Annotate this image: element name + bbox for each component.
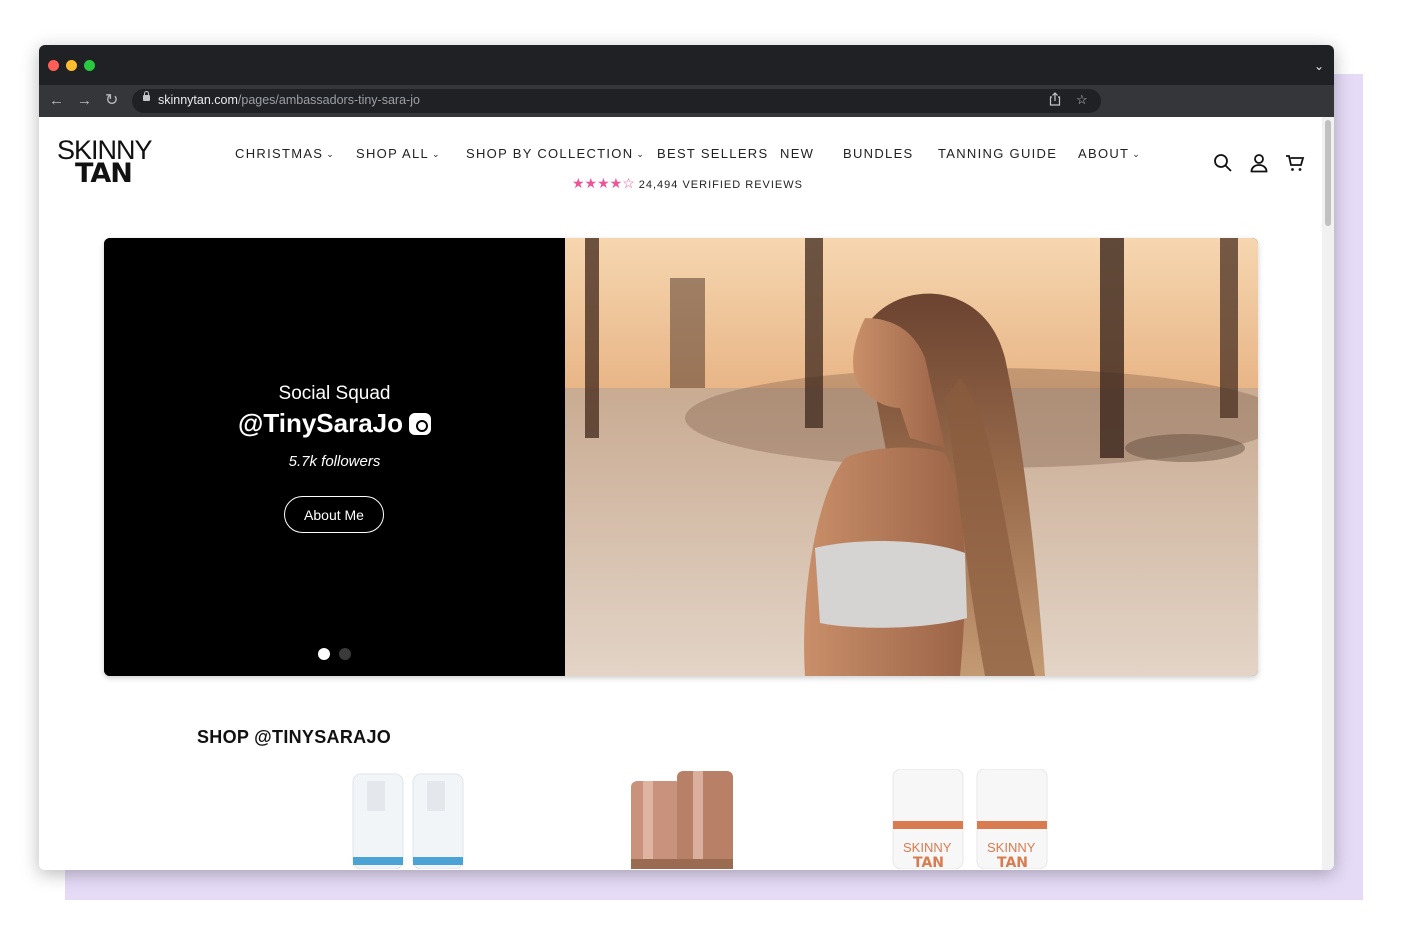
tab-search-chevron-icon[interactable]: ⌄ [1314,59,1324,73]
nav-tanning-guide[interactable]: TANNING GUIDE [938,146,1057,161]
browser-titlebar: ⌄ [39,45,1334,85]
product-logo-line2: TAN [997,855,1028,869]
bookmark-star-icon[interactable]: ☆ [1076,92,1088,108]
shop-section-title: SHOP @TINYSARAJO [197,727,392,747]
skinny-tan-logo[interactable]: SKINNY TAN [57,137,157,189]
about-me-button[interactable]: About Me [284,496,384,533]
bronze-bottles-image [631,771,733,869]
hero-photo [565,238,1258,676]
search-icon[interactable] [1213,153,1233,173]
nav-bundles-label: BUNDLES [843,146,914,161]
reviews-link[interactable]: ★★★★☆ 24,494 VERIFIED REVIEWS [572,175,803,192]
maximize-window-button[interactable] [84,60,95,71]
nav-new[interactable]: NEW [780,146,814,161]
forward-arrow-icon[interactable]: → [77,91,92,111]
product-logo-line1: SKINNY [987,840,1036,855]
nav-christmas[interactable]: CHRISTMAS ⌄ [235,146,335,161]
product-logo-line2: TAN [913,855,944,869]
beach-portrait-image [565,238,1258,676]
back-arrow-icon[interactable]: ← [49,91,64,111]
foam-bottles-image [352,773,464,870]
carousel-dot-active[interactable] [318,648,330,660]
logo-line2: TAN [75,158,133,189]
chevron-down-icon: ⌄ [1132,149,1142,159]
nav-shop-all[interactable]: SHOP ALL ⌄ [356,146,441,161]
account-icon[interactable] [1249,153,1269,173]
url-path: /pages/ambassadors-tiny-sara-jo [237,93,420,107]
nav-shop-by-collection[interactable]: SHOP BY COLLECTION ⌄ [466,146,645,161]
reload-icon[interactable]: ↻ [105,91,118,111]
url-text: skinnytan.com/pages/ambassadors-tiny-sar… [158,93,420,107]
product-card[interactable] [345,769,470,870]
hero-text-panel: Social Squad @TinySaraJo 5.7k followers … [104,238,565,676]
product-card[interactable] [629,769,739,869]
nav-shop-by-collection-label: SHOP BY COLLECTION [466,146,634,161]
hero-subtitle: Social Squad [278,383,391,404]
browser-toolbar: ← → ↻ skinnytan.com/pages/ambassadors-ti… [39,85,1334,117]
scrollbar-thumb[interactable] [1325,120,1331,226]
nav-christmas-label: CHRISTMAS [235,146,324,161]
nav-tanning-guide-label: TANNING GUIDE [938,146,1058,161]
nav-best-sellers-label: BEST SELLERS [657,146,769,161]
tan-bottles-image: SKINNY SKINNY TAN TAN [892,768,1048,870]
nav-bundles[interactable]: BUNDLES [843,146,914,161]
nav-about-label: ABOUT [1078,146,1130,161]
chevron-down-icon: ⌄ [636,149,646,159]
product-logo-line1: SKINNY [903,840,952,855]
nav-shop-all-label: SHOP ALL [356,146,430,161]
instagram-icon[interactable] [409,413,432,435]
reviews-text: 24,494 VERIFIED REVIEWS [638,179,803,191]
cart-icon[interactable] [1285,153,1305,173]
web-page: SKINNY TAN CHRISTMAS ⌄ SHOP ALL ⌄ SHOP BY … [39,117,1322,870]
product-card[interactable]: SKINNY SKINNY TAN TAN [891,768,1051,870]
browser-window: ⌄ ← → ↻ skinnytan.com/pages/ambassadors-… [39,45,1334,870]
page-scrollbar[interactable] [1322,117,1334,870]
lock-icon [143,91,150,101]
minimize-window-button[interactable] [66,60,77,71]
hero-handle-row: @TinySaraJo [104,408,565,439]
share-icon[interactable] [1049,92,1061,109]
hero-followers: 5.7k followers [288,453,381,470]
hero-handle: @TinySaraJo [237,408,404,438]
chevron-down-icon: ⌄ [432,149,441,159]
chevron-down-icon: ⌄ [326,149,336,159]
hero-carousel: Social Squad @TinySaraJo 5.7k followers … [104,238,1258,676]
address-bar[interactable]: skinnytan.com/pages/ambassadors-tiny-sar… [132,89,1101,113]
nav-best-sellers[interactable]: BEST SELLERS [657,146,768,161]
nav-new-label: NEW [780,146,815,161]
url-domain: skinnytan.com [158,93,238,107]
star-rating-icon: ★★★★☆ [572,175,635,191]
nav-about[interactable]: ABOUT ⌄ [1078,146,1141,161]
carousel-dot[interactable] [339,648,351,660]
close-window-button[interactable] [48,60,59,71]
